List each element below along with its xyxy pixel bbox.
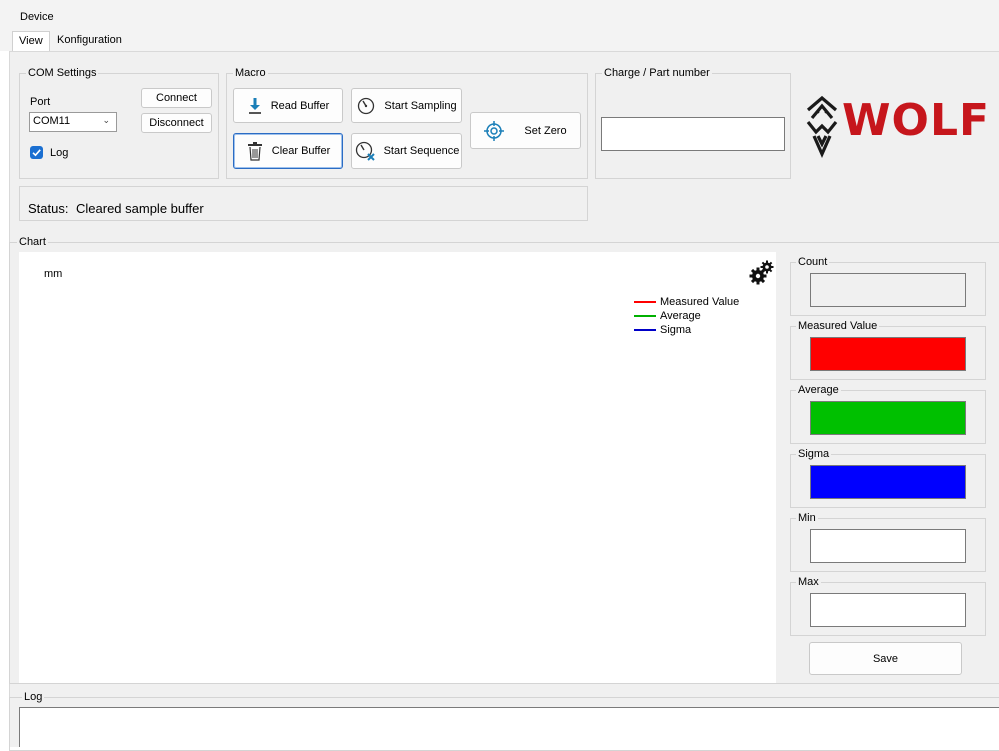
status-label: Status:: [28, 201, 69, 216]
chart-unit-label: mm: [44, 268, 63, 280]
menu-bar: [0, 0, 999, 30]
connect-button-label: Connect: [156, 92, 197, 104]
disconnect-button-label: Disconnect: [149, 117, 204, 129]
save-button[interactable]: Save: [809, 642, 962, 675]
gauge-cancel-icon: [354, 141, 376, 161]
trash-icon: [246, 141, 264, 161]
connect-button[interactable]: Connect: [141, 88, 212, 108]
chevron-down-icon: ⌄: [102, 115, 110, 125]
tab-konfiguration[interactable]: Konfiguration: [51, 31, 128, 51]
average-value-box: [810, 401, 966, 435]
clear-buffer-button[interactable]: Clear Buffer: [233, 133, 343, 169]
legend-sigma: Sigma: [660, 324, 692, 336]
sigma-label: Sigma: [798, 448, 830, 460]
start-sampling-button[interactable]: Start Sampling: [351, 88, 462, 123]
wolf-logo-text: WOLF: [842, 95, 991, 146]
download-arrow-icon: [247, 97, 263, 115]
min-label: Min: [798, 512, 816, 524]
legend-swatch-average: [634, 315, 656, 317]
clear-buffer-label: Clear Buffer: [271, 145, 331, 157]
target-icon: [484, 120, 505, 141]
count-value-box: [810, 273, 966, 307]
log-textbox[interactable]: [19, 707, 999, 747]
gear-icon[interactable]: [748, 259, 776, 287]
legend-swatch-sigma: [634, 329, 656, 331]
log-checkbox[interactable]: [30, 146, 43, 159]
gauge-icon: [356, 97, 376, 115]
legend-average: Average: [660, 310, 701, 322]
start-sampling-label: Start Sampling: [384, 99, 457, 112]
measured-value-label: Measured Value: [798, 320, 878, 332]
charge-part-legend: Charge / Part number: [604, 67, 710, 79]
tab-strip: [0, 30, 999, 51]
start-sequence-button[interactable]: Start Sequence: [351, 133, 462, 169]
count-label: Count: [798, 256, 828, 268]
checkmark-icon: [32, 149, 41, 157]
max-value-box: [810, 593, 966, 627]
average-label: Average: [798, 384, 839, 396]
legend-swatch-measured: [634, 301, 656, 303]
port-select-value: COM11: [33, 115, 71, 127]
port-select[interactable]: COM11 ⌄: [29, 112, 117, 132]
sigma-value-box: [810, 465, 966, 499]
port-label: Port: [30, 96, 51, 108]
com-settings-legend: COM Settings: [28, 67, 97, 79]
read-buffer-label: Read Buffer: [270, 99, 330, 112]
read-buffer-button[interactable]: Read Buffer: [233, 88, 343, 123]
log-group-title: Log: [24, 691, 43, 703]
macro-legend: Macro: [235, 67, 266, 79]
max-label: Max: [798, 576, 819, 588]
start-sequence-label: Start Sequence: [383, 145, 460, 157]
menu-device[interactable]: Device: [20, 11, 54, 23]
log-checkbox-label: Log: [50, 147, 69, 159]
save-button-label: Save: [872, 652, 899, 665]
set-zero-label: Set Zero: [524, 124, 567, 137]
chart-legend-title: Chart: [19, 236, 46, 248]
disconnect-button[interactable]: Disconnect: [141, 113, 212, 133]
set-zero-button[interactable]: Set Zero: [470, 112, 581, 149]
min-value-box: [810, 529, 966, 563]
charge-part-input[interactable]: [601, 117, 785, 151]
legend-measured-value: Measured Value: [660, 296, 740, 308]
measured-value-box: [810, 337, 966, 371]
tab-view[interactable]: View: [12, 31, 50, 52]
status-text: Cleared sample buffer: [76, 201, 204, 216]
